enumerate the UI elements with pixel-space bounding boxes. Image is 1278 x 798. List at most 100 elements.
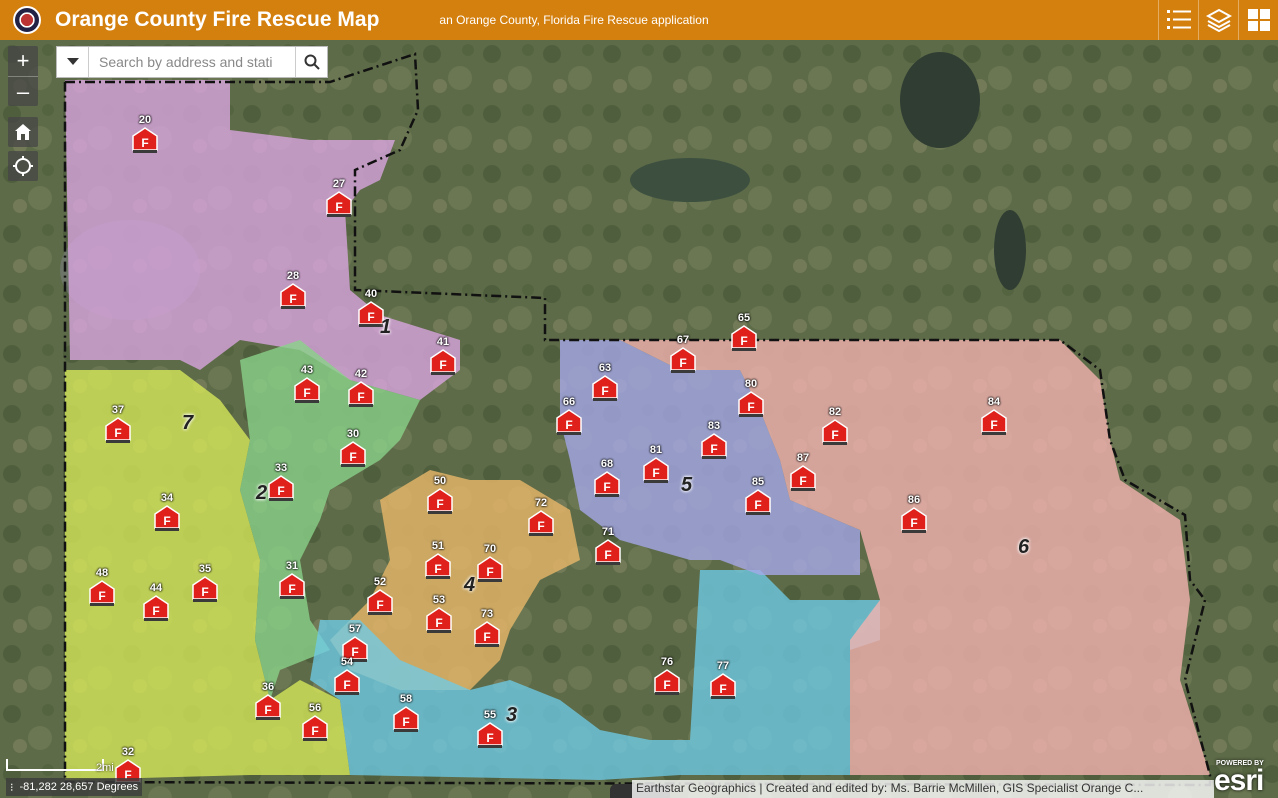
search-input[interactable] [89,47,295,77]
fire-station-icon: F [745,489,771,515]
svg-text:F: F [747,400,754,414]
fire-station-marker[interactable]: 72 F [524,497,558,537]
district-label: 5 [681,474,693,496]
fire-station-icon: F [255,694,281,720]
fire-station-icon: F [425,553,451,579]
fire-station-icon: F [294,377,320,403]
fire-station-icon: F [670,347,696,373]
svg-text:F: F [288,582,295,596]
fire-station-marker[interactable]: 82 F [818,406,852,446]
fire-station-icon: F [474,621,500,647]
widgets-grid-icon[interactable] [1238,0,1278,40]
fire-station-marker[interactable]: 41 F [426,336,460,376]
fire-station-marker[interactable]: 43 F [290,364,324,404]
svg-text:F: F [201,585,208,599]
fire-station-marker[interactable]: 76 F [650,656,684,696]
fire-station-marker[interactable]: 85 F [741,476,775,516]
fire-station-marker[interactable]: 30 F [336,428,370,468]
fire-station-marker[interactable]: 63 F [588,362,622,402]
fire-station-marker[interactable]: 36 F [251,681,285,721]
fire-station-marker[interactable]: 77 F [706,660,740,700]
fire-station-marker[interactable]: 37 F [101,404,135,444]
fire-station-marker[interactable]: 84 F [977,396,1011,436]
svg-text:F: F [439,358,446,372]
svg-text:F: F [303,386,310,400]
map-view[interactable]: 20 F 27 F 28 F 40 F 41 F 43 F 42 F 37 F 30 F 33 F … [0,40,1278,798]
locate-button[interactable] [8,151,38,181]
fire-station-marker[interactable]: 73 F [470,608,504,648]
crosshair-icon: ⁝ [10,781,14,794]
svg-text:F: F [277,484,284,498]
search-button[interactable] [295,47,327,77]
fire-station-marker[interactable]: 81 F [639,444,673,484]
fire-station-marker[interactable]: 54 F [330,656,364,696]
fire-station-marker[interactable]: 83 F [697,420,731,460]
home-button[interactable] [8,117,38,147]
fire-station-marker[interactable]: 51 F [421,540,455,580]
legend-list-icon[interactable] [1158,0,1198,40]
svg-text:F: F [483,630,490,644]
fire-station-marker[interactable]: 44 F [139,582,173,622]
fire-station-icon: F [334,669,360,695]
district-label: 4 [464,574,476,596]
svg-text:F: F [799,474,806,488]
fire-station-marker[interactable]: 48 F [85,567,119,607]
fire-station-marker[interactable]: 87 F [786,452,820,492]
fire-station-marker[interactable]: 35 F [188,563,222,603]
fire-station-marker[interactable]: 58 F [389,693,423,733]
svg-text:F: F [434,562,441,576]
svg-text:F: F [357,390,364,404]
search-widget [56,46,328,78]
svg-text:F: F [376,598,383,612]
fire-station-icon: F [279,573,305,599]
svg-text:F: F [289,292,296,306]
fire-station-icon: F [594,471,620,497]
fire-station-marker[interactable]: 80 F [734,378,768,418]
fire-station-marker[interactable]: 56 F [298,702,332,742]
zoom-in-button[interactable]: + [8,46,38,76]
fire-station-icon: F [280,283,306,309]
svg-text:F: F [604,548,611,562]
svg-text:F: F [663,678,670,692]
fire-station-icon: F [477,722,503,748]
fire-station-marker[interactable]: 33 F [264,462,298,502]
fire-station-icon: F [132,127,158,153]
fire-station-icon: F [426,607,452,633]
district-label: 6 [1018,536,1030,558]
svg-text:F: F [679,356,686,370]
svg-text:F: F [367,310,374,324]
fire-station-marker[interactable]: 86 F [897,494,931,534]
fire-station-icon: F [701,433,727,459]
fire-station-marker[interactable]: 71 F [591,526,625,566]
fire-station-marker[interactable]: 65 F [727,312,761,352]
fire-station-marker[interactable]: 67 F [666,334,700,374]
layers-icon[interactable] [1198,0,1238,40]
district-label: 3 [506,704,518,726]
search-source-dropdown[interactable] [57,47,89,77]
fire-station-marker[interactable]: 28 F [276,270,310,310]
fire-station-marker[interactable]: 68 F [590,458,624,498]
fire-station-marker[interactable]: 70 F [473,543,507,583]
svg-text:F: F [603,480,610,494]
fire-station-marker[interactable]: 50 F [423,475,457,515]
locate-icon [13,156,33,176]
fire-station-marker[interactable]: 31 F [275,560,309,600]
fire-station-marker[interactable]: 55 F [473,709,507,749]
fire-station-marker[interactable]: 34 F [150,492,184,532]
zoom-out-button[interactable]: – [8,76,38,106]
fire-station-marker[interactable]: 27 F [322,178,356,218]
district-label: 1 [380,316,392,338]
coordinate-text: -81,282 28,657 Degrees [19,781,139,793]
fire-station-icon: F [822,419,848,445]
fire-station-marker[interactable]: 42 F [344,368,378,408]
fire-station-marker[interactable]: 53 F [422,594,456,634]
svg-text:F: F [349,450,356,464]
fire-station-icon: F [340,441,366,467]
fire-station-marker[interactable]: 52 F [363,576,397,616]
fire-station-icon: F [393,706,419,732]
fire-station-icon: F [367,589,393,615]
coordinate-readout[interactable]: ⁝ -81,282 28,657 Degrees [6,778,143,796]
svg-text:F: F [565,418,572,432]
fire-station-marker[interactable]: 66 F [552,396,586,436]
fire-station-marker[interactable]: 20 F [128,114,162,154]
